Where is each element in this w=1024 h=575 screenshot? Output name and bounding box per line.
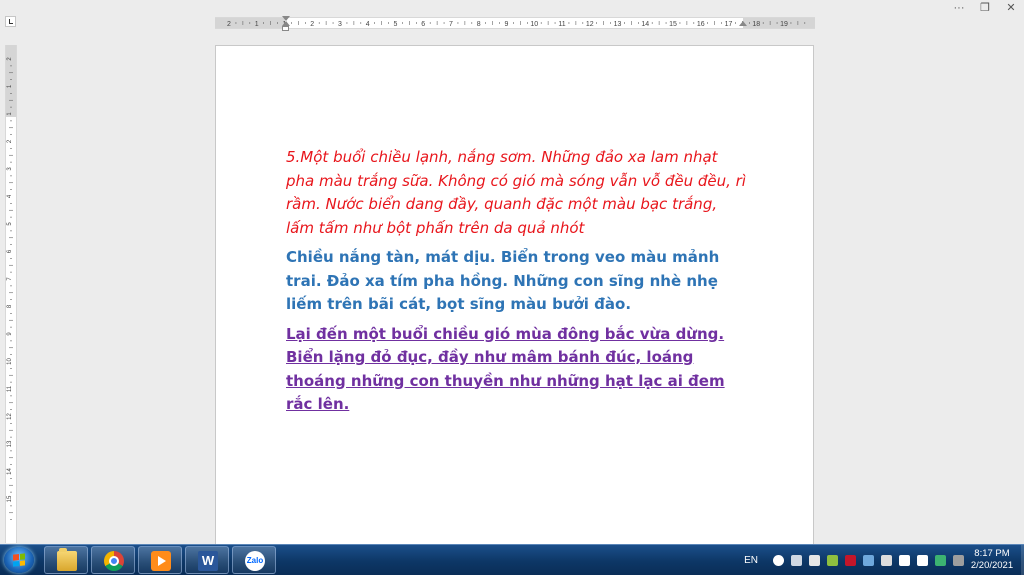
security-icon[interactable] bbox=[827, 554, 838, 566]
volume-icon[interactable] bbox=[917, 554, 928, 566]
ruler-label: 2 bbox=[310, 21, 314, 28]
bluetooth-icon[interactable] bbox=[863, 554, 874, 566]
ruler-label: 1 bbox=[7, 84, 13, 88]
media-player-icon bbox=[151, 551, 171, 571]
vertical-ruler-scale: 21123456789101112131415 bbox=[7, 57, 13, 520]
tab-stop-selector[interactable] bbox=[5, 16, 16, 27]
windows-logo-icon bbox=[13, 553, 25, 567]
ruler-label: 5 bbox=[394, 21, 398, 28]
cloud-icon[interactable] bbox=[791, 554, 802, 566]
system-tray: EN bbox=[744, 545, 964, 575]
horizontal-ruler[interactable]: 2 1 1 2 3 4 5 6 7 8 9 10 11 12 13 14 15 16 17 18 19 bbox=[215, 17, 815, 29]
taskbar: W Zalo EN 8:17 PM 2/20/2021 bbox=[0, 544, 1024, 575]
ruler-label: 7 bbox=[449, 21, 453, 28]
document-page[interactable]: 5.Một buổi chiều lạnh, nắng sơm. Những đ… bbox=[215, 45, 814, 555]
window-controls: ··· ❐ ✕ bbox=[952, 0, 1018, 16]
word-icon: W bbox=[198, 551, 218, 571]
paragraph-1[interactable]: 5.Một buổi chiều lạnh, nắng sơm. Những đ… bbox=[286, 146, 746, 240]
ruler-label: 8 bbox=[7, 304, 13, 308]
taskbar-word[interactable]: W bbox=[185, 546, 229, 574]
chat-icon[interactable] bbox=[773, 554, 784, 566]
ruler-label: 2 bbox=[7, 57, 13, 61]
ruler-label: 1 bbox=[7, 112, 13, 116]
ruler-label: 11 bbox=[7, 385, 13, 392]
right-indent-marker[interactable] bbox=[739, 21, 747, 26]
ruler-label: 12 bbox=[7, 413, 13, 420]
left-indent-marker[interactable] bbox=[282, 26, 289, 31]
ruler-label: 15 bbox=[669, 21, 677, 28]
taskbar-media-player[interactable] bbox=[138, 546, 182, 574]
vertical-ruler[interactable]: 2 1 1 2 3 4 5 6 7 8 9 10 11 12 13 14 15 bbox=[5, 45, 17, 543]
ruler-label: 3 bbox=[338, 21, 342, 28]
ruler-label: 6 bbox=[7, 249, 13, 253]
network-signal-icon[interactable] bbox=[899, 554, 910, 566]
ruler-label: 14 bbox=[7, 468, 13, 475]
ruler-label: 7 bbox=[7, 277, 13, 281]
paragraph-3[interactable]: Lại đến một buổi chiều gió mùa đông bắc … bbox=[286, 323, 746, 417]
taskbar-chrome[interactable] bbox=[91, 546, 135, 574]
action-center-flag-icon[interactable] bbox=[881, 554, 892, 566]
folder-icon bbox=[57, 548, 77, 571]
ruler-label: 15 bbox=[7, 495, 13, 502]
ruler-label: 3 bbox=[7, 167, 13, 171]
more-options-icon[interactable]: ··· bbox=[952, 1, 966, 15]
zalo-icon: Zalo bbox=[245, 551, 265, 571]
ruler-label: 18 bbox=[752, 21, 760, 28]
ruler-label: 1 bbox=[255, 21, 259, 28]
ruler-label: 16 bbox=[697, 21, 705, 28]
ruler-label: 4 bbox=[7, 194, 13, 198]
paragraph-2[interactable]: Chiều nắng tàn, mát dịu. Biển trong veo … bbox=[286, 246, 746, 317]
system-clock[interactable]: 8:17 PM 2/20/2021 bbox=[964, 548, 1020, 572]
ruler-label: 4 bbox=[366, 21, 370, 28]
ruler-label: 8 bbox=[477, 21, 481, 28]
ruler-label: 13 bbox=[7, 440, 13, 447]
antivirus-icon[interactable] bbox=[845, 554, 856, 566]
ruler-label: 5 bbox=[7, 222, 13, 226]
chrome-icon bbox=[104, 551, 124, 571]
ruler-label: 9 bbox=[505, 21, 509, 28]
taskbar-explorer[interactable] bbox=[44, 546, 88, 574]
ruler-label: 14 bbox=[641, 21, 649, 28]
input-icon[interactable] bbox=[953, 554, 964, 566]
ruler-label: 17 bbox=[725, 21, 733, 28]
language-indicator[interactable]: EN bbox=[744, 555, 758, 566]
ruler-label: 9 bbox=[7, 332, 13, 336]
ruler-label: 19 bbox=[780, 21, 788, 28]
ruler-label: 11 bbox=[558, 21, 565, 28]
close-window-icon[interactable]: ✕ bbox=[1004, 1, 1018, 15]
device-icon[interactable] bbox=[809, 554, 820, 566]
ruler-label: 10 bbox=[7, 358, 13, 365]
power-icon[interactable] bbox=[935, 554, 946, 566]
ruler-label: 12 bbox=[586, 21, 594, 28]
clock-time: 8:17 PM bbox=[974, 548, 1010, 559]
taskbar-zalo[interactable]: Zalo bbox=[232, 546, 276, 574]
ruler-label: 2 bbox=[227, 21, 231, 28]
clock-date: 2/20/2021 bbox=[970, 560, 1014, 571]
ruler-label: 6 bbox=[421, 21, 425, 28]
start-button[interactable] bbox=[4, 547, 34, 573]
ruler-label: 10 bbox=[530, 21, 538, 28]
restore-window-icon[interactable]: ❐ bbox=[978, 1, 992, 15]
horizontal-ruler-scale: 2 1 1 2 3 4 5 6 7 8 9 10 11 12 13 14 15 16 17 18 19 bbox=[227, 21, 806, 28]
document-body[interactable]: 5.Một buổi chiều lạnh, nắng sơm. Những đ… bbox=[286, 146, 746, 423]
ruler-label: 13 bbox=[614, 21, 622, 28]
ruler-label: 2 bbox=[7, 139, 13, 143]
